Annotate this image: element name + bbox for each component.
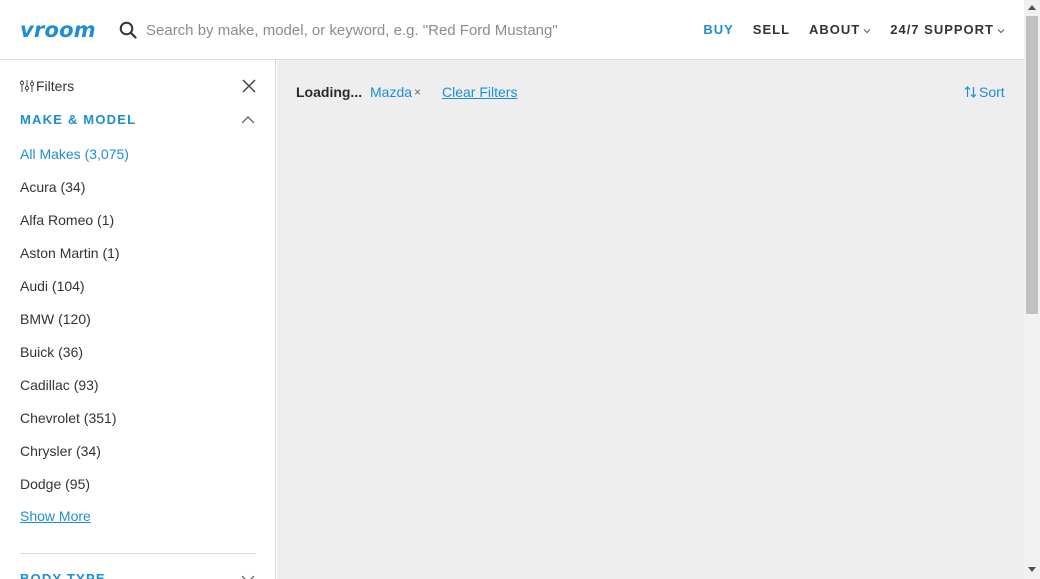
filters-icon (20, 80, 34, 92)
chevron-down-icon (997, 28, 1005, 33)
nav-support[interactable]: 24/7 SUPPORT (890, 22, 1005, 37)
clear-filters-link[interactable]: Clear Filters (442, 84, 517, 100)
nav-about-label: ABOUT (809, 22, 861, 37)
section-make-model-title[interactable]: MAKE & MODEL (20, 112, 136, 127)
chevron-down-icon[interactable] (241, 574, 255, 579)
filters-title: Filters (36, 78, 75, 94)
make-item-chrysler[interactable]: Chrysler (34) (20, 441, 129, 474)
make-item-audi[interactable]: Audi (104) (20, 276, 129, 309)
section-divider (20, 553, 256, 554)
filters-header: Filters (20, 78, 74, 94)
search-input[interactable] (146, 18, 666, 42)
make-item-dodge[interactable]: Dodge (95) (20, 474, 129, 507)
make-item-acura[interactable]: Acura (34) (20, 177, 129, 210)
results-area: Loading... Mazda × Clear Filters Sort (277, 60, 1024, 579)
nav-buy[interactable]: BUY (703, 22, 733, 37)
make-item-cadillac[interactable]: Cadillac (93) (20, 375, 129, 408)
make-item-chevrolet[interactable]: Chevrolet (351) (20, 408, 129, 441)
vroom-logo[interactable]: vroom (20, 18, 96, 42)
top-header: vroom BUY SELL ABOUT 24/7 SUPPORT (0, 0, 1024, 60)
scrollbar-thumb[interactable] (1026, 16, 1038, 314)
nav-sell-label: SELL (752, 22, 791, 37)
scroll-up-arrow-icon[interactable] (1028, 5, 1036, 10)
filter-chip-label: Mazda (370, 84, 413, 100)
scroll-down-arrow-icon[interactable] (1028, 567, 1036, 572)
make-item-buick[interactable]: Buick (36) (20, 342, 129, 375)
make-item-aston-martin[interactable]: Aston Martin (1) (20, 243, 129, 276)
chevron-down-icon (863, 28, 871, 33)
nav-buy-label: BUY (703, 22, 734, 37)
make-item-alfa-romeo[interactable]: Alfa Romeo (1) (20, 210, 129, 243)
make-item-bmw[interactable]: BMW (120) (20, 309, 129, 342)
sort-label: Sort (979, 84, 1005, 100)
section-body-type-title[interactable]: BODY TYPE (20, 571, 106, 579)
search-icon[interactable] (119, 21, 137, 39)
sort-icon (964, 86, 977, 98)
page-scrollbar[interactable] (1024, 0, 1040, 579)
nav-about[interactable]: ABOUT (809, 22, 871, 37)
nav-support-label: 24/7 SUPPORT (890, 22, 994, 37)
chevron-up-icon[interactable] (241, 115, 255, 124)
close-icon[interactable] (242, 79, 256, 93)
show-more-link[interactable]: Show More (20, 508, 91, 524)
loading-status: Loading... (296, 84, 363, 100)
main-nav: BUY SELL ABOUT 24/7 SUPPORT (703, 22, 1024, 37)
nav-sell[interactable]: SELL (753, 22, 790, 37)
make-list: All Makes (3,075) Acura (34) Alfa Romeo … (20, 144, 129, 507)
filters-sidebar: Filters MAKE & MODEL All Makes (3,075) A… (0, 60, 276, 579)
remove-filter-icon[interactable]: × (414, 85, 421, 99)
make-item-all[interactable]: All Makes (3,075) (20, 144, 129, 177)
sort-button[interactable]: Sort (964, 84, 1005, 100)
filter-chip-mazda[interactable]: Mazda × (370, 84, 421, 100)
